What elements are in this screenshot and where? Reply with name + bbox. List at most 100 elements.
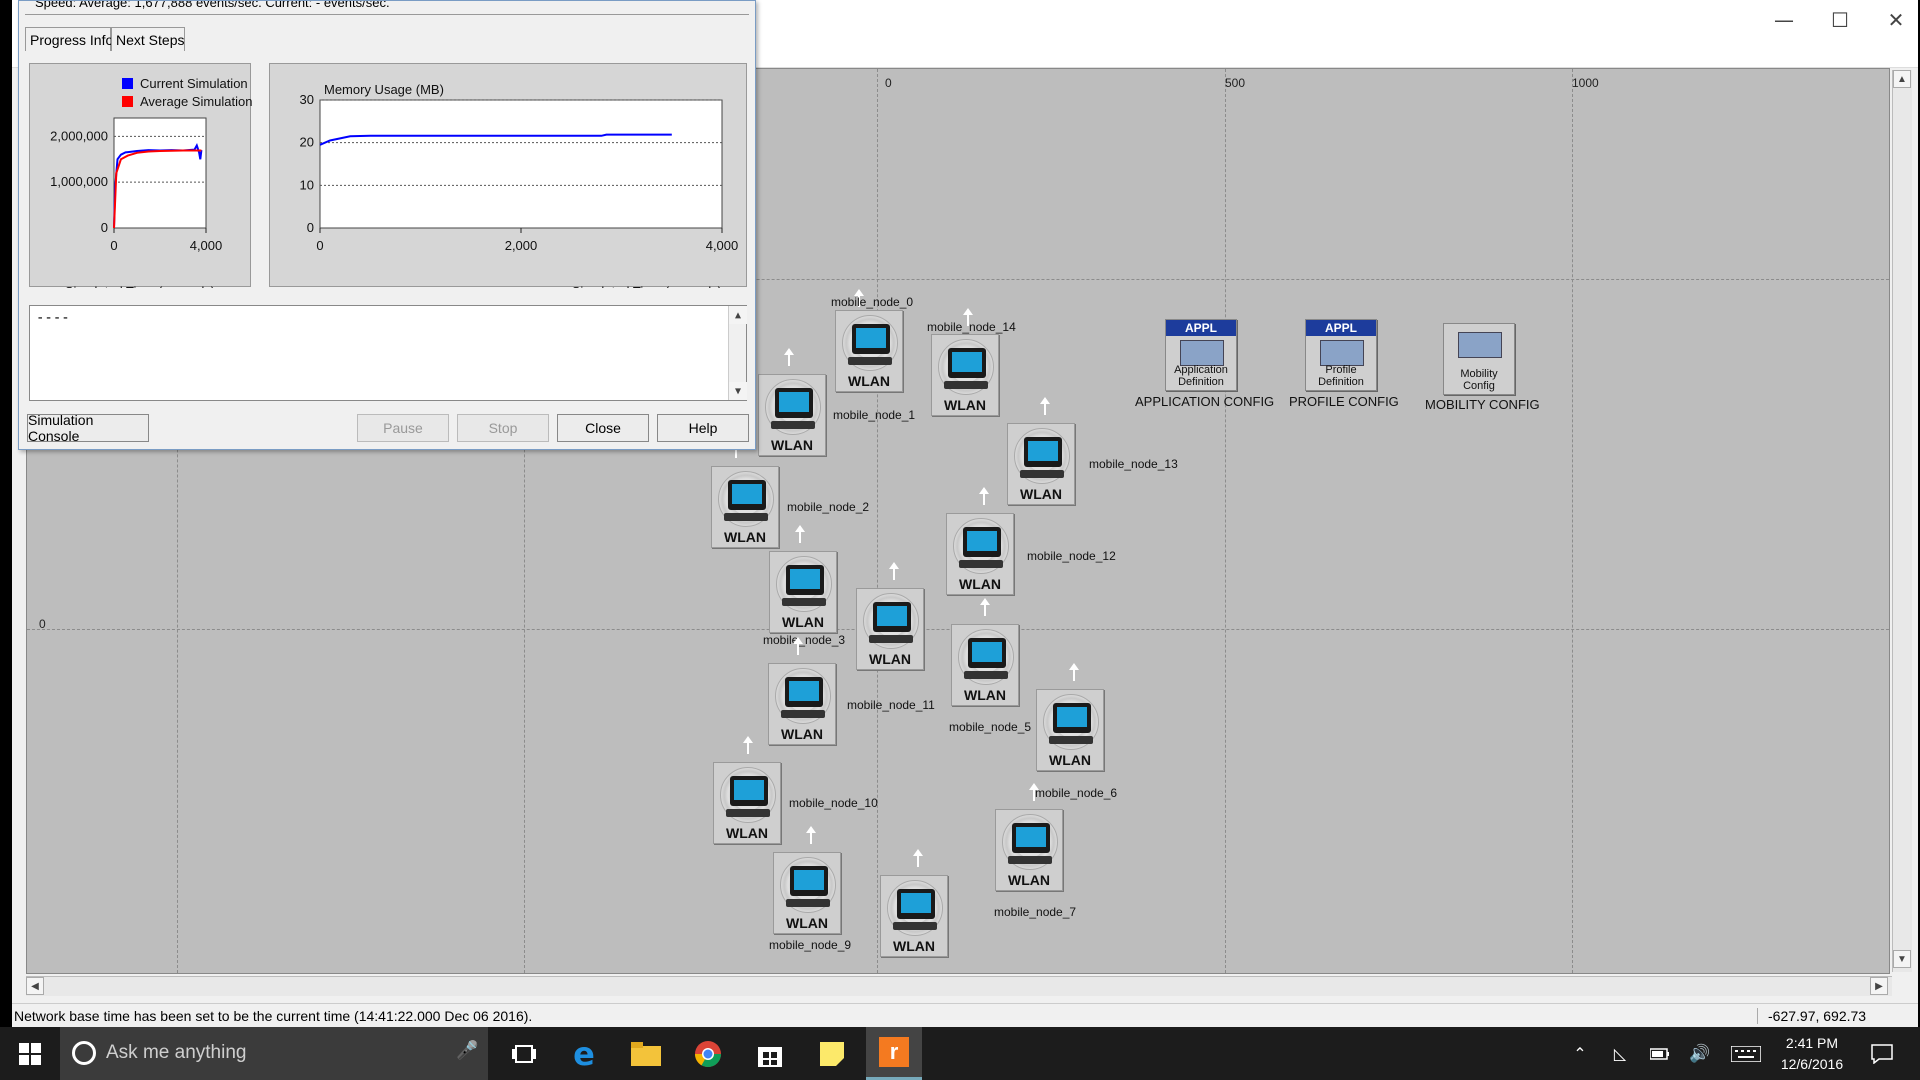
microphone-icon[interactable]: 🎤 <box>456 1040 478 1061</box>
minimize-button[interactable]: — <box>1756 0 1812 40</box>
keyboard-icon[interactable] <box>1728 1027 1764 1080</box>
task-view-icon[interactable] <box>496 1027 552 1080</box>
console-scroll-down[interactable]: ▼ <box>729 382 747 400</box>
battery-icon[interactable] <box>1645 1027 1675 1080</box>
node-name-label: mobile_node_7 <box>994 905 1077 919</box>
events-chart-panel: 0 1,000,000 2,000,000 0 4,000 Simulated Time … <box>29 63 253 299</box>
clock-time[interactable]: 2:41 PM <box>1772 1035 1852 1051</box>
node-name-label: mobile_node_6 <box>1035 786 1118 800</box>
scroll-down-button[interactable]: ▼ <box>1893 950 1911 968</box>
wlan-node[interactable]: WLAN <box>711 466 779 548</box>
search-placeholder: Ask me anything <box>106 1042 247 1063</box>
help-button[interactable]: Help <box>657 414 749 442</box>
sticky-notes-icon[interactable] <box>804 1027 860 1080</box>
start-button[interactable] <box>0 1027 60 1080</box>
node-name-label: mobile_node_5 <box>949 720 1032 734</box>
config-object[interactable]: APPL Profile Definition <box>1305 319 1377 391</box>
x-tick-label: 2,000 <box>505 238 538 253</box>
x-tick-label: 4,000 <box>190 238 223 253</box>
x-axis-label: Simulated Time (seconds) <box>65 284 215 288</box>
chrome-icon[interactable] <box>680 1027 736 1080</box>
store-icon[interactable] <box>742 1027 798 1080</box>
wlan-node[interactable]: WLAN <box>880 875 948 957</box>
windows-taskbar: Ask me anything 🎤 e r ⌃ ◺ 🔊 2:41 PM 12/6… <box>0 1027 1920 1080</box>
workstation-icon <box>1012 823 1050 853</box>
node-name-label: mobile_node_14 <box>927 320 1016 334</box>
tab-progress-info[interactable]: Progress Info <box>25 27 113 51</box>
keyboard-graphic <box>1008 856 1052 864</box>
legend-label: Current Simulation <box>140 76 248 91</box>
workstation-icon <box>963 527 1001 557</box>
tab-next-steps[interactable]: Next Steps <box>111 27 185 51</box>
wlan-node[interactable]: WLAN <box>946 513 1014 595</box>
show-hidden-icons-icon[interactable]: ⌃ <box>1565 1027 1595 1080</box>
workstation-icon <box>790 866 828 896</box>
keyboard-graphic <box>848 357 892 365</box>
wlan-node[interactable]: WLAN <box>1036 689 1104 771</box>
antenna-icon <box>980 598 990 616</box>
action-center-icon[interactable] <box>1862 1027 1902 1080</box>
chart-title: Memory Usage (MB) <box>324 82 444 97</box>
workstation-icon <box>948 348 986 378</box>
scroll-left-button[interactable]: ◀ <box>26 977 44 995</box>
config-object[interactable]: Mobility Config <box>1443 323 1515 395</box>
node-type-label: WLAN <box>964 687 1006 703</box>
antenna-icon <box>784 348 794 366</box>
simulation-console-output[interactable]: ---- ▲ ▼ <box>29 305 747 401</box>
wlan-node[interactable]: WLAN <box>769 551 837 633</box>
keyboard-graphic <box>1020 470 1064 478</box>
antenna-icon <box>913 849 923 867</box>
volume-icon[interactable]: 🔊 <box>1685 1027 1715 1080</box>
y-tick-label: 1,000,000 <box>50 174 108 189</box>
cortana-search-box[interactable]: Ask me anything 🎤 <box>60 1027 488 1080</box>
ruler-left-label: 0 <box>39 617 46 631</box>
file-explorer-icon[interactable] <box>618 1027 674 1080</box>
wlan-node[interactable]: WLAN <box>758 374 826 456</box>
edge-icon[interactable]: e <box>556 1027 612 1080</box>
pause-button[interactable]: Pause <box>357 414 449 442</box>
scroll-right-button[interactable]: ▶ <box>1870 977 1888 995</box>
simulation-progress-dialog: Speed: Average: 1,677,888 events/sec. Cu… <box>18 0 756 450</box>
y-tick-label: 2,000,000 <box>50 128 108 143</box>
stop-button[interactable]: Stop <box>457 414 549 442</box>
wlan-node[interactable]: WLAN <box>856 588 924 670</box>
wlan-node[interactable]: WLAN <box>768 663 836 745</box>
config-subtitle: Application Definition <box>1174 364 1228 388</box>
wlan-node[interactable]: WLAN <box>835 310 903 392</box>
config-label: MOBILITY CONFIG <box>1425 397 1540 412</box>
close-window-button[interactable]: ✕ <box>1868 0 1920 40</box>
workstation-icon <box>852 324 890 354</box>
wifi-icon[interactable]: ◺ <box>1605 1027 1635 1080</box>
simulation-console-button[interactable]: Simulation Console <box>27 412 149 444</box>
node-type-label: WLAN <box>781 726 823 742</box>
close-button[interactable]: Close <box>557 414 649 442</box>
scroll-up-button[interactable]: ▲ <box>1893 70 1911 88</box>
wlan-node[interactable]: WLAN <box>773 852 841 934</box>
clock-date[interactable]: 12/6/2016 <box>1772 1056 1852 1072</box>
memory-chart-panel: 0 10 20 30 0 2,000 4,000 Simulated Time (second… <box>269 63 747 299</box>
antenna-icon <box>743 736 753 754</box>
config-object[interactable]: APPL Application Definition <box>1165 319 1237 391</box>
node-type-label: WLAN <box>1008 872 1050 888</box>
config-subtitle: Mobility Config <box>1460 368 1498 392</box>
node-type-label: WLAN <box>1020 486 1062 502</box>
console-scrollbar[interactable]: ▲ ▼ <box>728 306 747 400</box>
antenna-icon <box>979 487 989 505</box>
node-type-label: WLAN <box>724 529 766 545</box>
wlan-node[interactable]: WLAN <box>1007 423 1075 505</box>
horizontal-scrollbar[interactable]: ◀ ▶ <box>26 976 1892 996</box>
wlan-node[interactable]: WLAN <box>995 809 1063 891</box>
riverbed-icon[interactable]: r <box>866 1027 922 1080</box>
config-graphic-icon <box>1458 332 1502 358</box>
vertical-scrollbar[interactable]: ▲ ▼ <box>1892 70 1912 972</box>
keyboard-graphic <box>771 421 815 429</box>
maximize-button[interactable]: ☐ <box>1812 0 1868 40</box>
wlan-node[interactable]: WLAN <box>931 334 999 416</box>
workstation-icon <box>1053 703 1091 733</box>
y-tick-label: 0 <box>307 220 314 235</box>
wlan-node[interactable]: WLAN <box>951 624 1019 706</box>
console-scroll-up[interactable]: ▲ <box>729 306 747 324</box>
wlan-node[interactable]: WLAN <box>713 762 781 844</box>
antenna-icon <box>1029 783 1039 801</box>
config-graphic-icon <box>1180 340 1224 366</box>
